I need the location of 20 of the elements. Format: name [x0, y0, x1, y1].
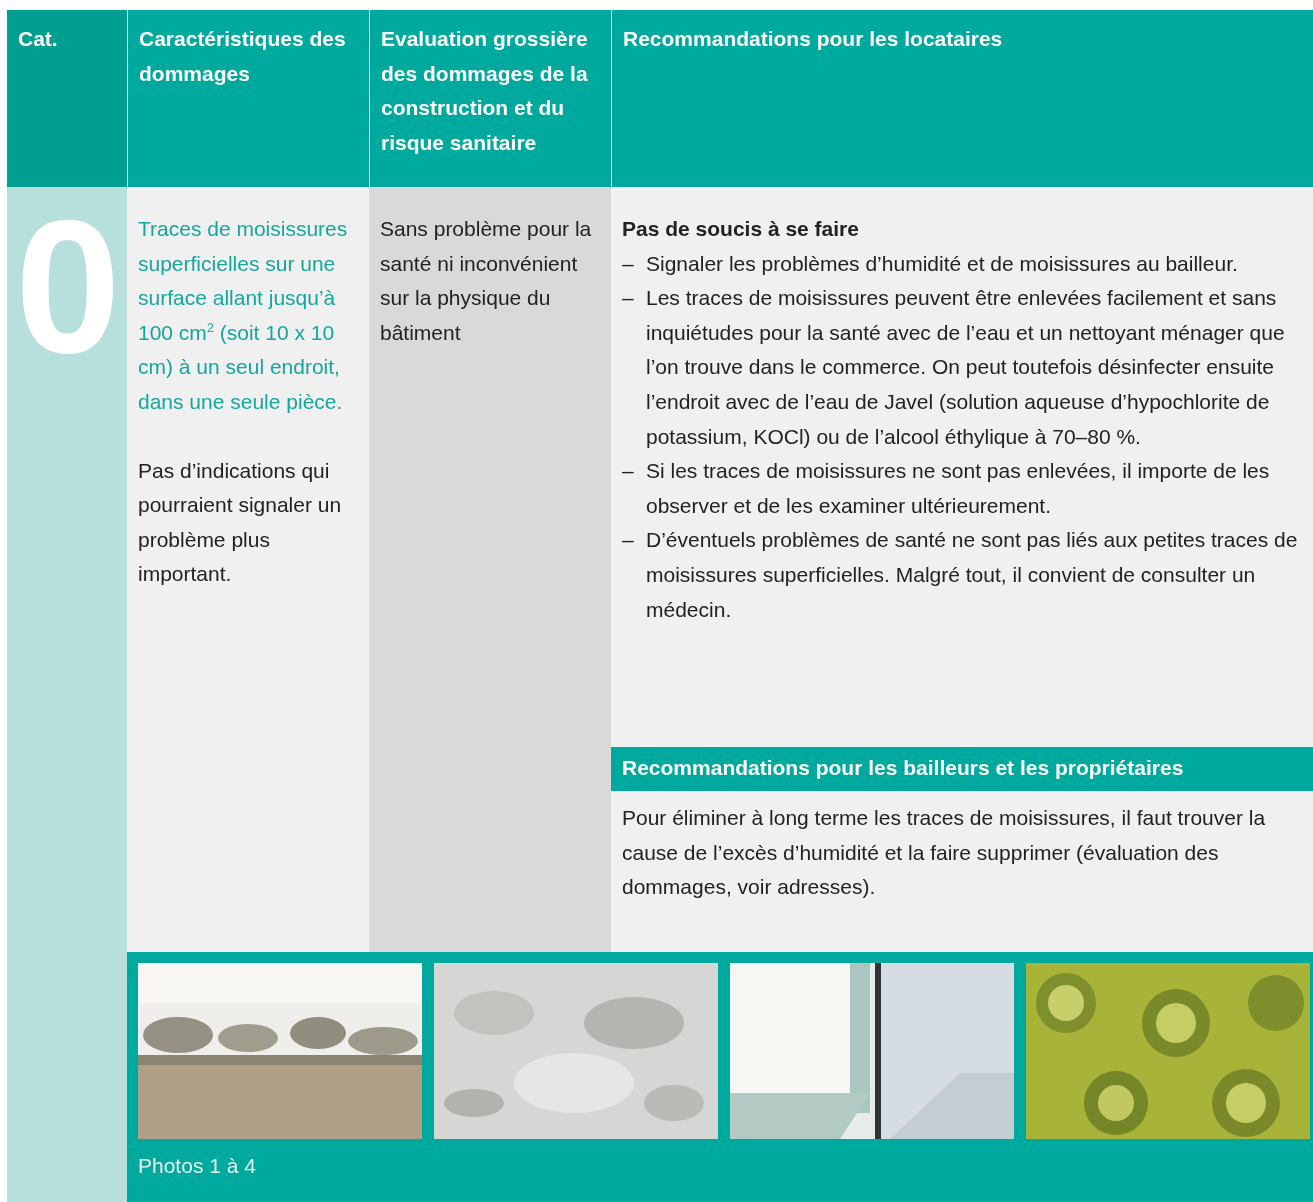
evaluation-text: Sans problème pour la santé ni inconvénient sur la physique du bâtiment [380, 216, 593, 346]
column-header: Caractéristiques des dommages [127, 10, 369, 187]
bullet-dash: – [622, 250, 635, 277]
landlord-recommendation: Pour éliminer à long terme les traces de moisissures, il faut trouver la cause de l’excès d’humidité et la faire supprimer (évaluation des dommages, voir adresses). [621, 805, 1267, 901]
recommendation-item: Les traces de moisissures peuvent être enlevées facilement et sans inquiétudes pour la santé avec de l’eau et un nettoyant ménager que l’on trouve dans le commerce. On peut toutefois désinfecter ensuite l’endroit avec de l’eau de Javel (solution aqueuse d’hypochlorite de potassium, KOCl) ou de l’alcool éthylique à 70–80 %. [646, 285, 1286, 450]
category-number: 0 [15, 191, 118, 381]
damage-note: Pas d’indications qui pourraient signaler un problème plus important. [138, 457, 343, 588]
photo-caption: Photos 1 à 4 [138, 1154, 257, 1178]
column-header: Evaluation grossière des dommages de la construction et du risque sanitaire [369, 10, 611, 187]
bullet-dash: – [622, 285, 635, 312]
recommendation-title: Pas de soucis à se faire [622, 216, 860, 242]
recommendation-item: Signaler les problèmes d’humidité et de moisissures au bailleur. [646, 250, 1238, 277]
bullet-dash: – [622, 458, 635, 485]
bullet-dash: – [622, 527, 635, 554]
column-header: Cat. [7, 10, 127, 187]
damage-description: Traces de moisissures superficielles sur une surface allant jusqu’à 100 cm$^{2}$ (soit 10 x 10 cm) à un seul endroit, dans une seule pièce. [138, 216, 349, 415]
recommendation-item: D’éventuels problèmes de santé ne sont pas liés aux petites traces de moisissures superficielles. Malgré tout, il convient de consulter un médecin. [646, 527, 1299, 623]
section-heading: Recommandations pour les bailleurs et les propriétaires [611, 747, 1313, 791]
recommendation-item: Si les traces de moisissures ne sont pas enlevées, il importe de les observer et de les examiner ultérieurement. [646, 458, 1271, 519]
column-header: Recommandations pour les locataires [611, 10, 1313, 187]
